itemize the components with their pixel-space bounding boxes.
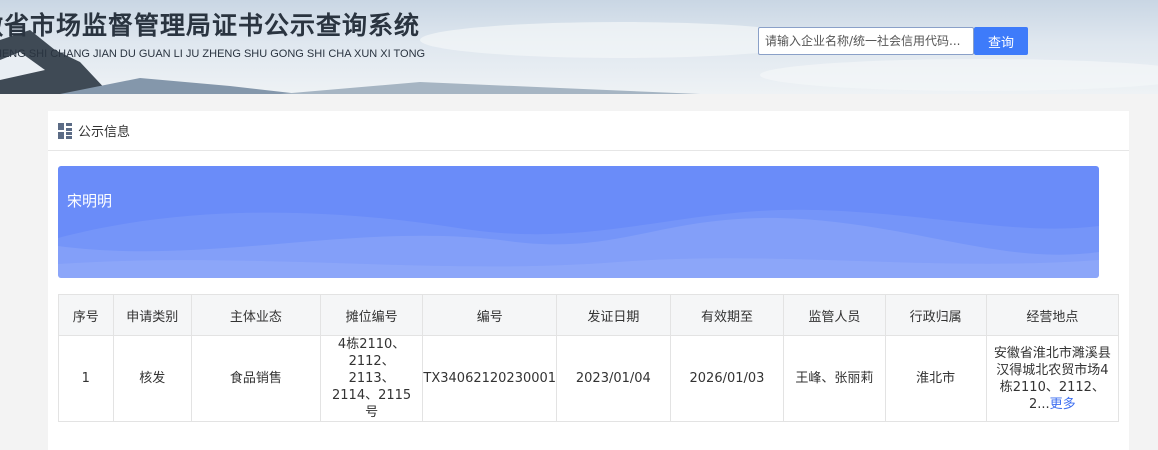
cell-valid-until: 2026/01/03 [669, 335, 785, 422]
column-header: 申请类别 [112, 294, 192, 336]
cell-category: 核发 [112, 335, 192, 422]
search-button[interactable]: 查询 [974, 27, 1028, 55]
column-header: 有效期至 [669, 294, 785, 336]
column-header: 摊位编号 [319, 294, 424, 336]
cell-inspectors: 王峰、张丽莉 [783, 335, 886, 422]
cell-address: 安徽省淮北市濉溪县汉得城北农贸市场4栋2110、2112、2...更多 [985, 335, 1120, 422]
section-title: 公示信息 [78, 125, 131, 140]
column-header: 行政归属 [884, 294, 987, 336]
list-grid-icon [58, 122, 72, 139]
system-subtitle: HENG SHI CHANG JIAN DU GUAN LI JU ZHENG … [0, 48, 426, 60]
panel-header: 公示信息 [48, 111, 1129, 151]
search-input[interactable] [758, 27, 974, 55]
table-header-row: 序号 申请类别 主体业态 摊位编号 编号 发证日期 有效期至 监管人员 行政归属… [58, 294, 1120, 336]
more-link[interactable]: 更多 [1050, 397, 1076, 412]
column-header: 监管人员 [783, 294, 886, 336]
cell-stall: 4栋2110、2112、2113、2114、2115号 [319, 335, 424, 422]
column-header: 经营地点 [985, 294, 1120, 336]
column-header: 编号 [422, 294, 558, 336]
column-header: 序号 [58, 294, 114, 336]
certificate-table: 序号 申请类别 主体业态 摊位编号 编号 发证日期 有效期至 监管人员 行政归属… [58, 294, 1120, 422]
cell-jurisdiction: 淮北市 [884, 335, 987, 422]
holder-card: 宋明明 [58, 166, 1099, 278]
public-info-panel: 公示信息 宋明明 序号 申请类别 主体业态 摊位编号 编号 发证日期 有效期至 … [48, 111, 1129, 450]
holder-name: 宋明明 [67, 192, 113, 210]
cell-issue-date: 2023/01/04 [556, 335, 671, 422]
column-header: 发证日期 [556, 294, 671, 336]
system-title: 徽省市场监督管理局证书公示查询系统 [0, 11, 421, 40]
column-header: 主体业态 [190, 294, 321, 336]
cell-business: 食品销售 [190, 335, 321, 422]
cell-index: 1 [58, 335, 114, 422]
cell-number: TX34062120230001 [422, 335, 558, 422]
table-row: 1 核发 食品销售 4栋2110、2112、2113、2114、2115号 TX… [58, 335, 1120, 422]
wave-decoration [58, 209, 1099, 278]
header-banner: 徽省市场监督管理局证书公示查询系统 HENG SHI CHANG JIAN DU… [0, 0, 1158, 94]
